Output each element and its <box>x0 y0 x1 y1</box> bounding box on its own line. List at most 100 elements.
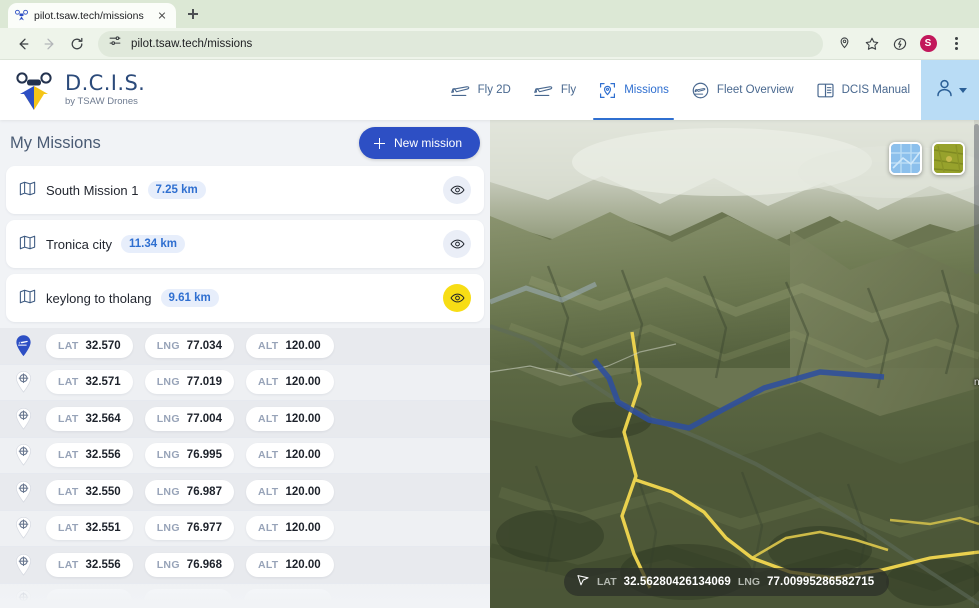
dcis-application: D.C.I.S. by TSAW Drones Fly 2D Fly Missi… <box>0 60 979 608</box>
location-pin-icon[interactable] <box>831 31 857 57</box>
lat-value: 32.550 <box>85 485 121 498</box>
waypoint-alt-field[interactable]: ALT 120.00 <box>245 479 334 504</box>
profile-avatar[interactable]: S <box>915 31 941 57</box>
alt-value: 120.00 <box>285 449 321 462</box>
waypoint-pin-icon[interactable] <box>0 480 46 504</box>
cursor-lat-label: LAT <box>597 576 617 588</box>
brand-logo-block[interactable]: D.C.I.S. by TSAW Drones <box>14 69 145 111</box>
new-tab-button[interactable] <box>180 1 206 27</box>
waypoint-lng-field[interactable] <box>144 589 232 608</box>
waypoint-alt-field[interactable]: ALT 120.00 <box>245 333 334 358</box>
waypoint-lng-field[interactable]: LNG 76.995 <box>144 443 234 468</box>
mission-distance: 9.61 km <box>160 289 219 307</box>
cursor-arrow-icon <box>576 573 590 592</box>
map-layer-switcher[interactable] <box>889 142 965 175</box>
waypoint-lat-field[interactable]: LAT 32.571 <box>46 370 133 395</box>
waypoint-row[interactable]: LAT 32.564 LNG 77.004 ALT 120.00 <box>0 401 490 438</box>
nav-item-dcis-manual[interactable]: DCIS Manual <box>805 60 921 120</box>
waypoint-lat-field[interactable]: LAT 32.570 <box>46 333 133 358</box>
waypoint-lat-field[interactable]: LAT 32.564 <box>46 406 133 431</box>
mission-row[interactable]: South Mission 1 7.25 km <box>6 166 484 214</box>
avatar-initial: S <box>919 35 937 52</box>
mission-row[interactable]: Tronica city 11.34 km <box>6 220 484 268</box>
waypoint-pin-icon[interactable] <box>0 589 46 608</box>
plane-takeoff-icon <box>533 81 554 99</box>
tune-icon[interactable] <box>108 34 122 53</box>
nav-item-missions[interactable]: Missions <box>587 60 680 120</box>
alt-value: 120.00 <box>285 485 321 498</box>
nav-item-fly-2d[interactable]: Fly 2D <box>439 60 522 120</box>
bookmark-star-icon[interactable] <box>859 31 885 57</box>
forward-arrow-icon[interactable] <box>37 31 63 57</box>
mission-visibility-toggle[interactable] <box>443 284 471 312</box>
alt-value: 120.00 <box>285 376 321 389</box>
waypoint-lng-field[interactable]: LNG 77.004 <box>144 406 234 431</box>
lat-value: 32.556 <box>85 558 121 571</box>
map-scrollbar-thumb[interactable] <box>974 124 979 274</box>
waypoint-lng-field[interactable]: LNG 77.034 <box>144 333 234 358</box>
mission-row-active[interactable]: keylong to tholang 9.61 km <box>6 274 484 322</box>
waypoint-row-partial[interactable] <box>0 583 490 608</box>
waypoint-alt-field[interactable]: ALT 120.00 <box>245 552 334 577</box>
chevron-down-icon <box>958 87 967 93</box>
waypoint-pin-icon[interactable] <box>0 443 46 467</box>
waypoint-lat-field[interactable]: LAT 32.550 <box>46 479 133 504</box>
browser-tab[interactable]: pilot.tsaw.tech/missions <box>8 3 176 28</box>
waypoint-row[interactable]: LAT 32.550 LNG 76.987 ALT 120.00 <box>0 474 490 511</box>
waypoint-lng-field[interactable]: LNG 76.987 <box>144 479 234 504</box>
waypoint-lng-field[interactable]: LNG 76.968 <box>144 552 234 577</box>
waypoint-row[interactable]: LAT 32.570 LNG 77.034 ALT 120.00 <box>0 328 490 365</box>
waypoint-lng-field[interactable]: LNG 77.019 <box>144 370 234 395</box>
waypoint-row[interactable]: LAT 32.551 LNG 76.977 ALT 120.00 <box>0 510 490 547</box>
eye-icon <box>449 293 465 303</box>
reload-icon[interactable] <box>64 31 90 57</box>
waypoint-lat-field[interactable]: LAT 32.556 <box>46 443 133 468</box>
mission-name: Tronica city <box>46 236 112 252</box>
book-icon <box>816 82 835 99</box>
cursor-lng-label: LNG <box>737 576 761 588</box>
user-menu-button[interactable] <box>921 60 979 120</box>
waypoint-lat-field[interactable]: LAT 32.556 <box>46 552 133 577</box>
kebab-menu-icon[interactable] <box>943 31 969 57</box>
lng-label: LNG <box>156 412 180 425</box>
address-bar[interactable]: pilot.tsaw.tech/missions <box>98 30 823 57</box>
roadmap-thumbnail[interactable] <box>889 142 922 175</box>
waypoint-pin-icon[interactable] <box>0 553 46 577</box>
nav-item-fly[interactable]: Fly <box>522 60 587 120</box>
waypoint-lng-field[interactable]: LNG 76.977 <box>144 516 234 541</box>
waypoint-alt-field[interactable] <box>244 589 332 608</box>
lng-label: LNG <box>156 449 180 462</box>
nav-item-fleet-overview[interactable]: Fleet Overview <box>680 60 805 120</box>
waypoint-row[interactable]: LAT 32.556 LNG 76.968 ALT 120.00 <box>0 547 490 584</box>
satellite-thumbnail[interactable] <box>932 142 965 175</box>
alt-label: ALT <box>257 558 279 571</box>
alt-value: 120.00 <box>285 412 321 425</box>
waypoint-pin-icon[interactable] <box>0 370 46 394</box>
new-mission-button[interactable]: New mission <box>358 127 480 159</box>
waypoint-alt-field[interactable]: ALT 120.00 <box>245 443 334 468</box>
waypoint-alt-field[interactable]: ALT 120.00 <box>245 516 334 541</box>
extension-icon[interactable] <box>887 31 913 57</box>
close-icon[interactable] <box>155 9 169 23</box>
waypoint-pin-icon[interactable] <box>0 516 46 540</box>
lng-value: 76.968 <box>186 558 222 571</box>
waypoint-alt-field[interactable]: ALT 120.00 <box>245 370 334 395</box>
waypoint-row[interactable]: LAT 32.556 LNG 76.995 ALT 120.00 <box>0 437 490 474</box>
back-arrow-icon[interactable] <box>10 31 36 57</box>
map-viewport[interactable]: Gangstang Glacier Yangrang Rangbe ng Ous… <box>490 120 979 608</box>
mission-distance: 7.25 km <box>147 181 206 199</box>
mission-visibility-toggle[interactable] <box>443 176 471 204</box>
alt-value: 120.00 <box>285 522 321 535</box>
mission-list: South Mission 1 7.25 km Tronica city 11.… <box>0 166 490 322</box>
takeoff-pin-icon[interactable] <box>0 334 46 358</box>
waypoint-pin-icon[interactable] <box>0 407 46 431</box>
address-bar-url: pilot.tsaw.tech/missions <box>131 37 253 50</box>
waypoint-alt-field[interactable]: ALT 120.00 <box>245 406 334 431</box>
map-scrollbar[interactable] <box>974 120 979 608</box>
waypoint-row[interactable]: LAT 32.571 LNG 77.019 ALT 120.00 <box>0 364 490 401</box>
waypoint-lat-field[interactable] <box>46 589 132 608</box>
lat-value: 32.571 <box>85 376 121 389</box>
waypoint-lat-field[interactable]: LAT 32.551 <box>46 516 133 541</box>
mission-visibility-toggle[interactable] <box>443 230 471 258</box>
mission-distance: 11.34 km <box>120 235 185 253</box>
